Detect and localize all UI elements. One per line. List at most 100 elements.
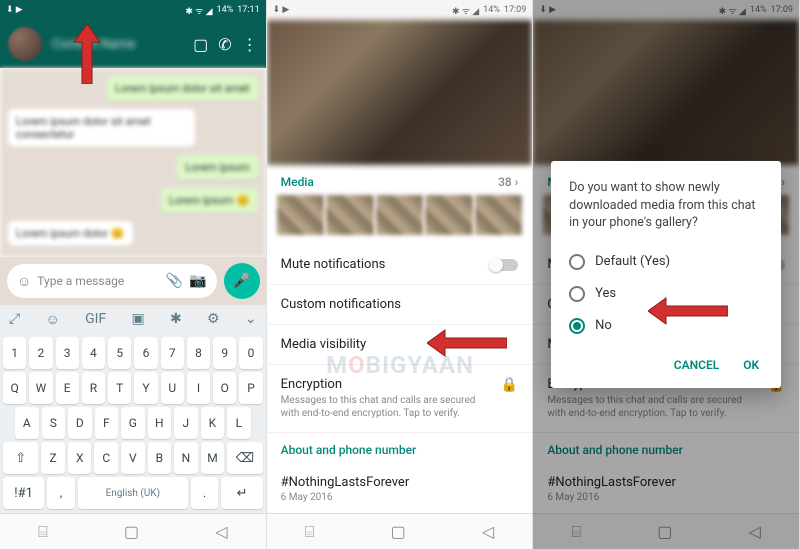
kb-row-1: Q W E R T Y U I O P [3, 372, 263, 404]
key-x[interactable]: X [68, 442, 92, 474]
camera-icon[interactable]: 📷 [189, 273, 206, 289]
mute-notifications-row[interactable]: Mute notifications [267, 245, 533, 285]
nav-back-icon[interactable]: ◁ [482, 522, 494, 541]
key-backspace[interactable]: ⌫ [227, 442, 262, 474]
kb-sticker-icon[interactable]: ▣ [131, 311, 144, 328]
mute-toggle[interactable] [490, 259, 518, 271]
key-h[interactable]: H [148, 407, 172, 439]
contact-hero-image[interactable] [267, 20, 533, 165]
key-w[interactable]: W [29, 372, 52, 404]
key-2[interactable]: 2 [29, 337, 52, 369]
key-l[interactable]: L [227, 407, 251, 439]
kb-gif-icon[interactable]: GIF [85, 311, 106, 328]
nav-home-icon[interactable]: ▢ [391, 522, 406, 541]
radio-icon[interactable] [569, 254, 585, 270]
key-p[interactable]: P [239, 372, 262, 404]
dialog-scrim[interactable]: Do you want to show newly downloaded med… [533, 0, 799, 549]
about-row[interactable]: #NothingLastsForever 6 May 2016 [267, 463, 533, 513]
emoji-icon[interactable]: ☺ [17, 273, 31, 290]
key-f[interactable]: F [95, 407, 119, 439]
cancel-button[interactable]: CANCEL [670, 352, 723, 378]
key-3[interactable]: 3 [56, 337, 79, 369]
key-7[interactable]: 7 [161, 337, 184, 369]
media-section-header[interactable]: Media 38 › [267, 165, 533, 195]
key-k[interactable]: K [201, 407, 225, 439]
key-b[interactable]: B [148, 442, 172, 474]
media-thumbnails[interactable] [267, 195, 533, 245]
radio-no[interactable]: No [569, 310, 763, 342]
message-input[interactable]: ☺ Type a message 📎 📷 [6, 263, 218, 299]
key-u[interactable]: U [161, 372, 184, 404]
mic-button[interactable]: 🎤 [224, 263, 260, 299]
key-j[interactable]: J [174, 407, 198, 439]
key-8[interactable]: 8 [187, 337, 210, 369]
status-left-icons: ⬇ ▶ [273, 5, 290, 15]
kb-expand-icon[interactable]: ⤢ [9, 311, 20, 328]
key-4[interactable]: 4 [82, 337, 105, 369]
ok-button[interactable]: OK [739, 352, 763, 378]
key-0[interactable]: 0 [239, 337, 262, 369]
key-6[interactable]: 6 [134, 337, 157, 369]
radio-icon[interactable] [569, 286, 585, 302]
key-9[interactable]: 9 [213, 337, 236, 369]
kb-clip-icon[interactable]: ✱ [170, 311, 182, 328]
more-icon[interactable]: ⋮ [242, 35, 258, 54]
key-t[interactable]: T [108, 372, 131, 404]
contact-name[interactable]: Contact Name [52, 37, 183, 52]
encryption-row[interactable]: Encryption Messages to this chat and cal… [267, 365, 533, 433]
key-q[interactable]: Q [3, 372, 26, 404]
key-c[interactable]: C [94, 442, 118, 474]
media-thumb[interactable] [326, 195, 374, 235]
key-m[interactable]: M [201, 442, 225, 474]
video-call-icon[interactable]: ▢ [193, 35, 208, 54]
nav-recent-icon[interactable]: ⌸ [305, 522, 315, 542]
key-n[interactable]: N [174, 442, 198, 474]
key-5[interactable]: 5 [108, 337, 131, 369]
nav-back-icon[interactable]: ◁ [215, 522, 227, 541]
key-g[interactable]: G [121, 407, 145, 439]
key-comma[interactable]: , [47, 477, 75, 509]
kb-emoji-icon[interactable]: ☺ [46, 311, 60, 328]
key-period[interactable]: . [191, 477, 219, 509]
voice-call-icon[interactable]: ✆ [218, 35, 231, 54]
status-battery: 14% [483, 5, 500, 15]
avatar[interactable] [8, 27, 42, 61]
media-thumb[interactable] [376, 195, 424, 235]
key-1[interactable]: 1 [3, 337, 26, 369]
media-visibility-row[interactable]: Media visibility [267, 325, 533, 365]
nav-recent-icon[interactable]: ⌸ [38, 522, 48, 542]
key-s[interactable]: S [42, 407, 66, 439]
radio-yes[interactable]: Yes [569, 278, 763, 310]
radio-default[interactable]: Default (Yes) [569, 246, 763, 278]
kb-gear-icon[interactable]: ⚙ [207, 311, 220, 328]
key-d[interactable]: D [68, 407, 92, 439]
key-symbols[interactable]: !#1 [3, 477, 44, 509]
key-shift[interactable]: ⇧ [3, 442, 38, 474]
chat-header[interactable]: Contact Name ▢ ✆ ⋮ [0, 20, 266, 68]
key-v[interactable]: V [121, 442, 145, 474]
key-e[interactable]: E [56, 372, 79, 404]
keyboard: ⤢ ☺ GIF ▣ ✱ ⚙ ⌄ 1 2 3 4 5 6 7 8 9 0 Q W … [0, 305, 266, 513]
kb-chevron-down-icon[interactable]: ⌄ [245, 311, 257, 328]
key-enter[interactable]: ↵ [221, 477, 262, 509]
attach-icon[interactable]: 📎 [166, 273, 183, 289]
contact-info-scroll[interactable]: Media 38 › Mute notifications Custom not… [267, 165, 533, 513]
media-thumb[interactable] [475, 195, 523, 235]
key-r[interactable]: R [82, 372, 105, 404]
key-i[interactable]: I [187, 372, 210, 404]
key-a[interactable]: A [15, 407, 39, 439]
key-space[interactable]: English (UK) [78, 477, 188, 509]
message-out: Lorem ipsum 😊 [161, 188, 258, 213]
custom-notifications-row[interactable]: Custom notifications [267, 285, 533, 325]
panel-dialog: ⬇ ▶ ✱ ᯤ ◢ 14% 17:09 Media 38 › Mute noti… [533, 0, 800, 549]
radio-icon-checked[interactable] [569, 318, 585, 334]
key-y[interactable]: Y [134, 372, 157, 404]
message-placeholder: Type a message [37, 274, 124, 288]
media-thumb[interactable] [425, 195, 473, 235]
key-z[interactable]: Z [41, 442, 65, 474]
message-out: Lorem ipsum dolor sit amet [107, 76, 258, 101]
key-o[interactable]: O [213, 372, 236, 404]
nav-home-icon[interactable]: ▢ [124, 522, 139, 541]
chat-messages[interactable]: Lorem ipsum dolor sit amet Lorem ipsum d… [0, 68, 266, 257]
media-thumb[interactable] [277, 195, 325, 235]
